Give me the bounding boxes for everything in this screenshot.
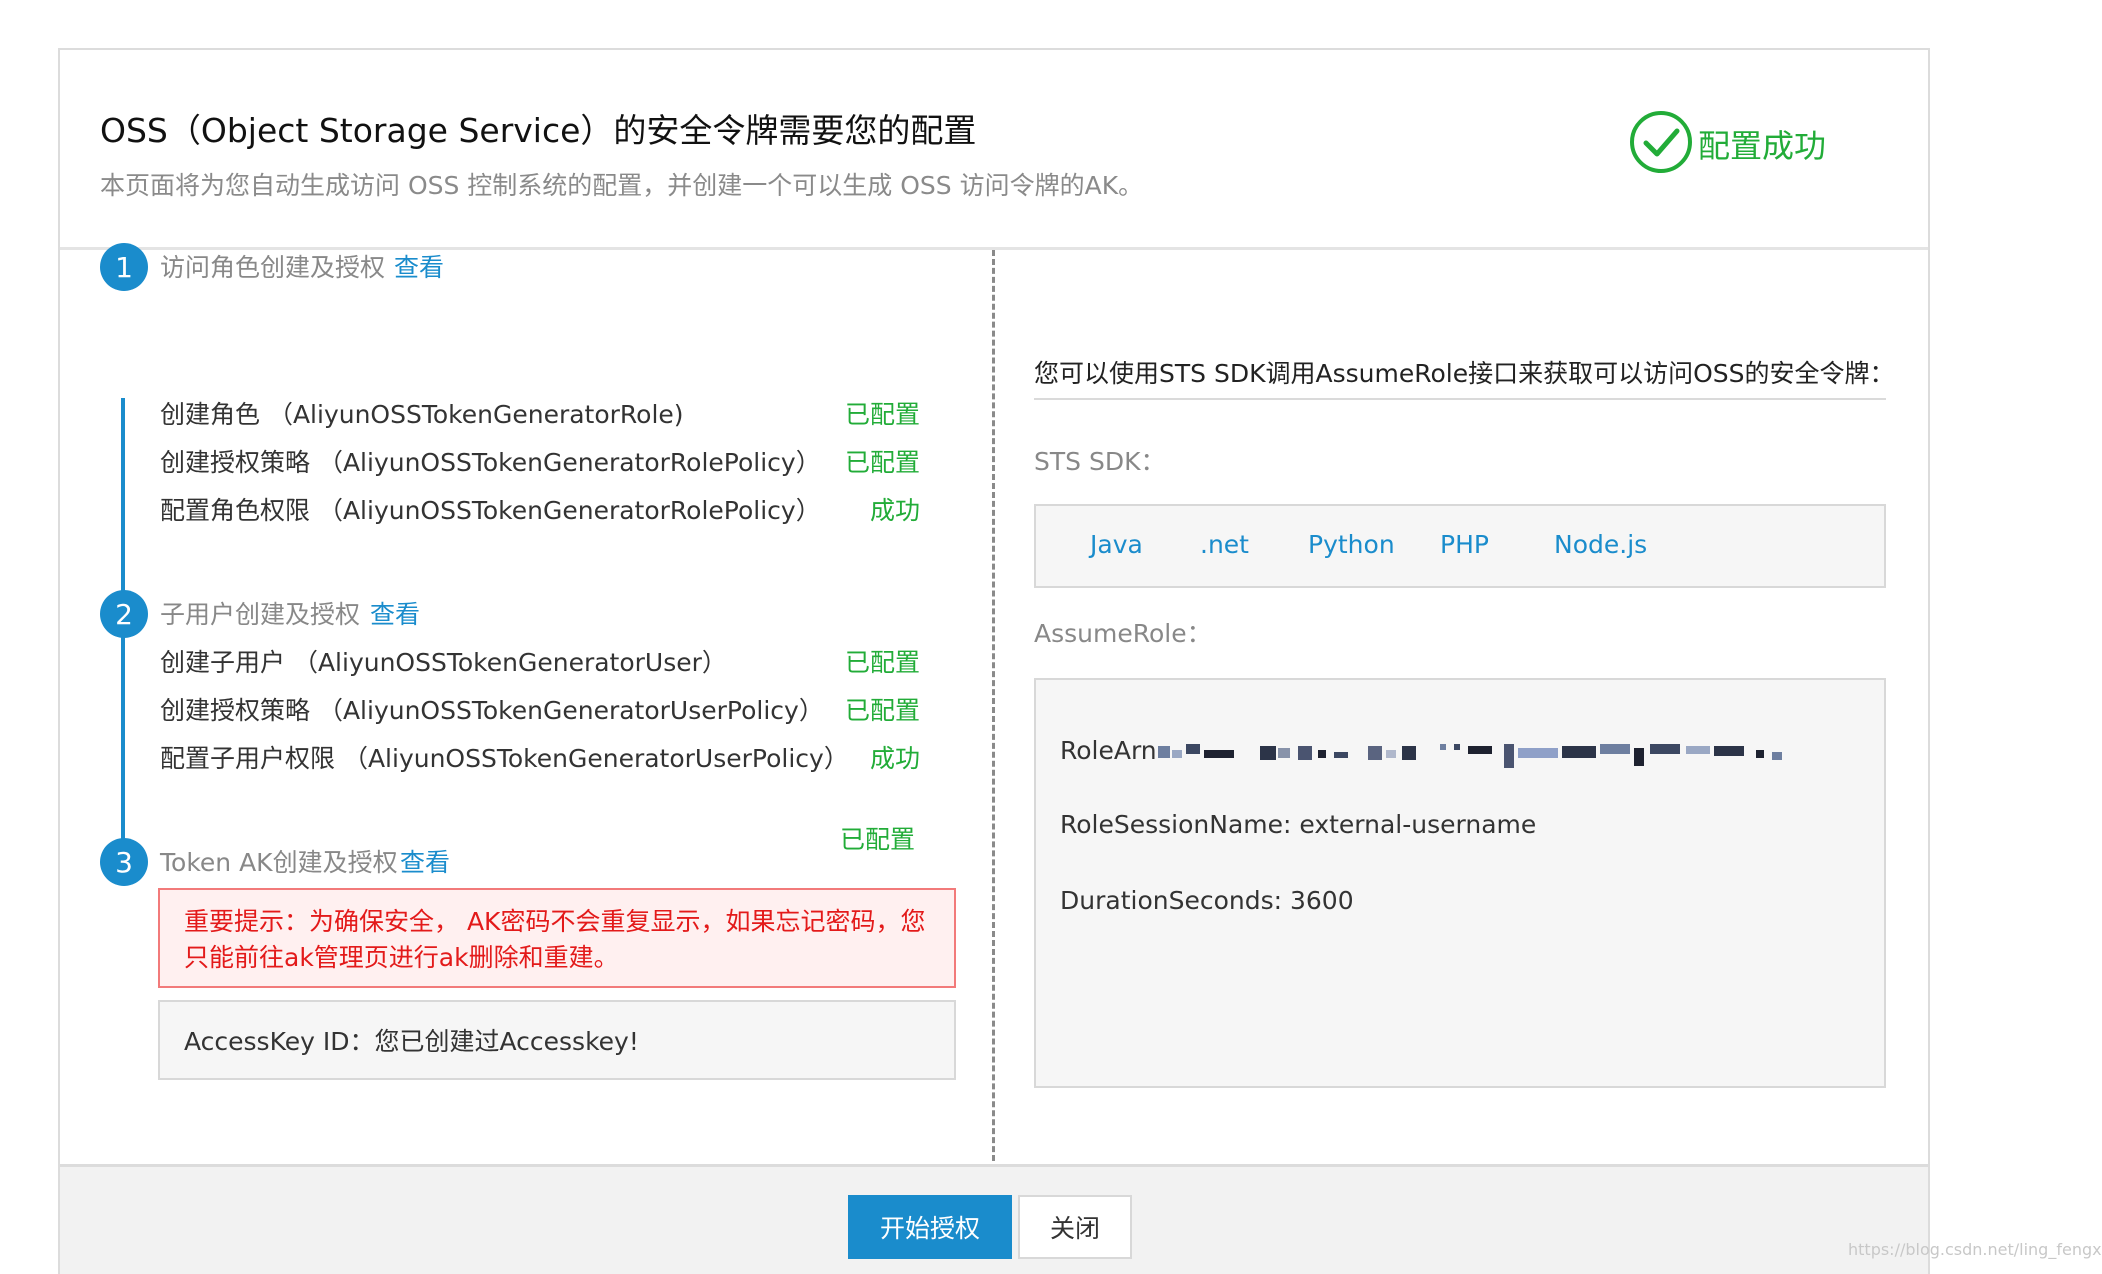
accesskey-info: AccessKey ID：您已创建过Accesskey!: [158, 1000, 956, 1080]
step-item-name: 创建子用户 （AliyunOSSTokenGeneratorUser）: [160, 648, 727, 677]
column-divider: [992, 250, 995, 1170]
page-subtitle: 本页面将为您自动生成访问 OSS 控制系统的配置，并创建一个可以生成 OSS 访…: [100, 171, 1144, 200]
step-2-title: 子用户创建及授权: [160, 600, 361, 629]
step-item-status: 已配置: [844, 400, 920, 429]
step-3-number: 3: [100, 838, 148, 886]
page-title: OSS（Object Storage Service）的安全令牌需要您的配置: [100, 111, 977, 150]
step-1-item-2: 创建授权策略 （AliyunOSSTokenGeneratorRolePolic…: [160, 443, 920, 483]
step-1-item-3: 配置角色权限 （AliyunOSSTokenGeneratorRolePolic…: [160, 491, 920, 531]
step-2-view-link[interactable]: 查看: [370, 595, 420, 631]
step-3-view-link[interactable]: 查看: [400, 843, 450, 879]
sts-intro-text: 您可以使用STS SDK调用AssumeRole接口来获取可以访问OSS的安全令…: [1034, 359, 1895, 388]
step-1-item-1: 创建角色 （AliyunOSSTokenGeneratorRole) 已配置: [160, 395, 920, 435]
step-1-title: 访问角色创建及授权: [160, 253, 386, 282]
step-1-view-link[interactable]: 查看: [394, 248, 444, 284]
watermark: https://blog.csdn.net/ling_fengxue: [1848, 1240, 2102, 1259]
dialog-footer: 开始授权 关闭: [60, 1164, 1928, 1274]
oss-config-dialog: OSS（Object Storage Service）的安全令牌需要您的配置 本…: [58, 48, 1930, 1274]
step-1-number: 1: [100, 243, 148, 291]
step-2-item-3: 配置子用户权限 （AliyunOSSTokenGeneratorUserPoli…: [160, 739, 920, 779]
config-status: 配置成功: [1628, 110, 1826, 178]
step-item-name: 配置子用户权限 （AliyunOSSTokenGeneratorUserPoli…: [160, 744, 849, 773]
close-button[interactable]: 关闭: [1018, 1195, 1132, 1259]
step-item-status: 已配置: [844, 696, 920, 725]
sdk-link-dotnet[interactable]: .net: [1200, 530, 1249, 559]
step-item-name: 创建授权策略 （AliyunOSSTokenGeneratorRolePolic…: [160, 448, 821, 477]
start-authorize-button[interactable]: 开始授权: [848, 1195, 1012, 1259]
duration-seconds: DurationSeconds: 3600: [1060, 886, 1354, 915]
step-item-name: 创建角色 （AliyunOSSTokenGeneratorRole): [160, 400, 684, 429]
check-circle-icon: [1628, 109, 1694, 179]
sdk-link-nodejs[interactable]: Node.js: [1554, 530, 1647, 559]
step-3-status: 已配置: [840, 825, 916, 854]
step-item-status: 已配置: [844, 648, 920, 677]
intro-rule: [1034, 398, 1886, 400]
status-text: 配置成功: [1698, 127, 1827, 165]
assumerole-label: AssumeRole：: [1034, 619, 1212, 648]
role-session-name: RoleSessionName: external-username: [1060, 810, 1537, 839]
step-item-status: 成功: [869, 744, 920, 773]
sts-sdk-label: STS SDK：: [1034, 447, 1166, 476]
dialog-header: OSS（Object Storage Service）的安全令牌需要您的配置 本…: [60, 50, 1928, 250]
security-warning: 重要提示：为确保安全， AK密码不会重复显示，如果忘记密码，您只能前往ak管理页…: [158, 888, 956, 988]
redacted-role-arn: [1158, 744, 1782, 768]
step-3-title: Token AK创建及授权: [160, 848, 398, 877]
role-arn-label: RoleArn: [1060, 736, 1157, 765]
sdk-link-php[interactable]: PHP: [1440, 530, 1489, 559]
step-item-status: 已配置: [844, 448, 920, 477]
step-2-item-2: 创建授权策略 （AliyunOSSTokenGeneratorUserPolic…: [160, 691, 920, 731]
step-2-number: 2: [100, 590, 148, 638]
step-item-name: 配置角色权限 （AliyunOSSTokenGeneratorRolePolic…: [160, 496, 821, 525]
step-2-item-1: 创建子用户 （AliyunOSSTokenGeneratorUser） 已配置: [160, 643, 920, 683]
step-item-status: 成功: [869, 496, 920, 525]
sdk-link-java[interactable]: Java: [1090, 530, 1143, 559]
sdk-link-python[interactable]: Python: [1308, 530, 1395, 559]
sdk-links-box: Java .net Python PHP Node.js: [1034, 504, 1886, 588]
step-item-name: 创建授权策略 （AliyunOSSTokenGeneratorUserPolic…: [160, 696, 824, 725]
assumerole-box: RoleArn RoleSessionName: external-userna…: [1034, 678, 1886, 1088]
